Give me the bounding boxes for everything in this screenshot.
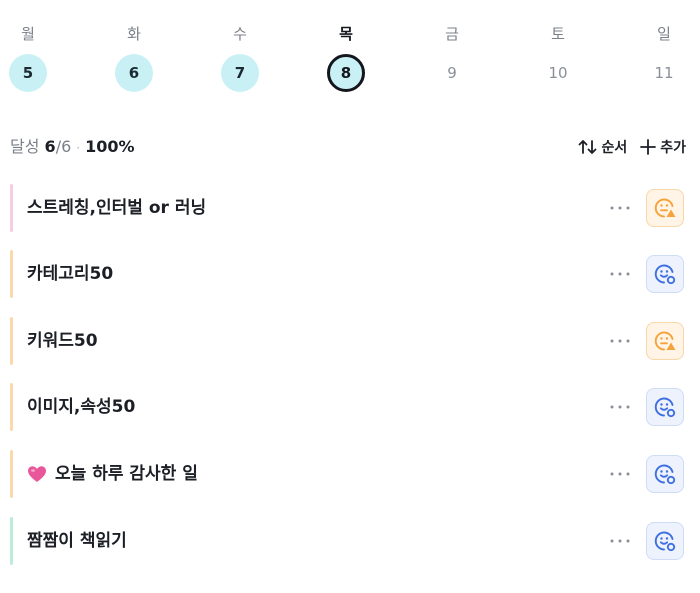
- more-dots-icon: [610, 339, 630, 343]
- face-warning-icon: [654, 331, 676, 351]
- summary-done-count: 6: [44, 137, 56, 156]
- habit-name-text: 카테고리50: [27, 264, 114, 284]
- face-ok-icon: [654, 264, 676, 285]
- sort-button[interactable]: 순서: [578, 137, 627, 157]
- habit-color-bar: [10, 317, 13, 365]
- more-dots-icon: [610, 472, 630, 476]
- more-options-button[interactable]: [606, 529, 634, 553]
- face-ok-icon: [654, 464, 676, 485]
- more-dots-icon: [610, 206, 630, 210]
- heart-icon: [28, 466, 46, 482]
- habit-name: 오늘 하루 감사한 일: [27, 450, 198, 498]
- day-date[interactable]: 10: [539, 54, 577, 92]
- more-options-button[interactable]: [606, 196, 634, 220]
- more-dots-icon: [610, 272, 630, 276]
- face-warning-icon: [654, 198, 676, 218]
- habit-color-bar: [10, 184, 13, 232]
- add-label: 추가: [660, 140, 686, 156]
- habit-name-text: 짬짬이 책읽기: [27, 531, 127, 551]
- achievement-summary: 달성 6/6 · 100%: [10, 134, 135, 160]
- day-label: 금: [445, 25, 459, 43]
- more-dots-icon: [610, 405, 630, 409]
- habit-name-text: 키워드50: [27, 331, 98, 351]
- day-date[interactable]: 8: [327, 54, 365, 92]
- habit-status-button[interactable]: [646, 189, 684, 227]
- week-strip: 월 5 화 6 수 7 목 8 금 9 토 10 일 11: [0, 0, 700, 110]
- habit-status-button[interactable]: [646, 388, 684, 426]
- habit-name: 이미지,속성50: [27, 383, 135, 431]
- day-label: 월: [21, 25, 35, 43]
- day-date[interactable]: 7: [221, 54, 259, 92]
- habit-status-button[interactable]: [646, 455, 684, 493]
- day-mon[interactable]: 월 5: [0, 0, 56, 92]
- day-sun[interactable]: 일 11: [636, 0, 692, 92]
- more-options-button[interactable]: [606, 462, 634, 486]
- day-label: 토: [551, 25, 565, 43]
- habit-name-text: 이미지,속성50: [27, 397, 136, 417]
- habit-name: 스트레칭,인터벌 or 러닝: [27, 184, 206, 232]
- day-date[interactable]: 6: [115, 54, 153, 92]
- habit-status-button[interactable]: [646, 255, 684, 293]
- habit-color-bar: [10, 383, 13, 431]
- more-options-button[interactable]: [606, 329, 634, 353]
- more-options-button[interactable]: [606, 395, 634, 419]
- habit-name: 키워드50: [27, 317, 98, 365]
- habit-name: 짬짬이 책읽기: [27, 517, 127, 565]
- day-thu[interactable]: 목 8: [318, 0, 374, 92]
- habit-status-button[interactable]: [646, 322, 684, 360]
- day-tue[interactable]: 화 6: [106, 0, 162, 92]
- add-button[interactable]: 추가: [639, 137, 686, 157]
- day-date[interactable]: 5: [9, 54, 47, 92]
- summary-percent: 100%: [85, 137, 135, 156]
- habit-item[interactable]: 카테고리50: [10, 250, 686, 298]
- habit-name-text: 오늘 하루 감사한 일: [55, 464, 198, 484]
- day-date[interactable]: 9: [433, 54, 471, 92]
- day-wed[interactable]: 수 7: [212, 0, 268, 92]
- day-label: 일: [657, 25, 671, 43]
- habit-status-button[interactable]: [646, 522, 684, 560]
- day-label: 목: [339, 25, 353, 43]
- list-actions: 순서 추가: [578, 134, 686, 160]
- habit-name-text: 스트레칭,인터벌 or 러닝: [27, 198, 207, 218]
- day-sat[interactable]: 토 10: [530, 0, 586, 92]
- day-label: 화: [127, 25, 141, 43]
- day-fri[interactable]: 금 9: [424, 0, 480, 92]
- face-ok-icon: [654, 397, 676, 418]
- habit-item[interactable]: 짬짬이 책읽기: [10, 517, 686, 565]
- habit-item[interactable]: 키워드50: [10, 317, 686, 365]
- summary-label: 달성: [10, 137, 40, 156]
- summary-separator: ·: [76, 141, 81, 155]
- habit-color-bar: [10, 250, 13, 298]
- habit-item[interactable]: 스트레칭,인터벌 or 러닝: [10, 184, 686, 232]
- plus-icon: [640, 139, 657, 155]
- face-ok-icon: [654, 531, 676, 552]
- habit-item[interactable]: 오늘 하루 감사한 일: [10, 450, 686, 498]
- sort-label: 순서: [601, 140, 628, 156]
- habit-color-bar: [10, 517, 13, 565]
- summary-total-count: /6: [55, 137, 72, 156]
- day-label: 수: [233, 25, 247, 43]
- more-dots-icon: [610, 539, 630, 543]
- habit-color-bar: [10, 450, 13, 498]
- sort-arrows-icon: [579, 140, 597, 154]
- day-date[interactable]: 11: [645, 54, 683, 92]
- more-options-button[interactable]: [606, 262, 634, 286]
- habit-name: 카테고리50: [27, 250, 113, 298]
- habit-item[interactable]: 이미지,속성50: [10, 383, 686, 431]
